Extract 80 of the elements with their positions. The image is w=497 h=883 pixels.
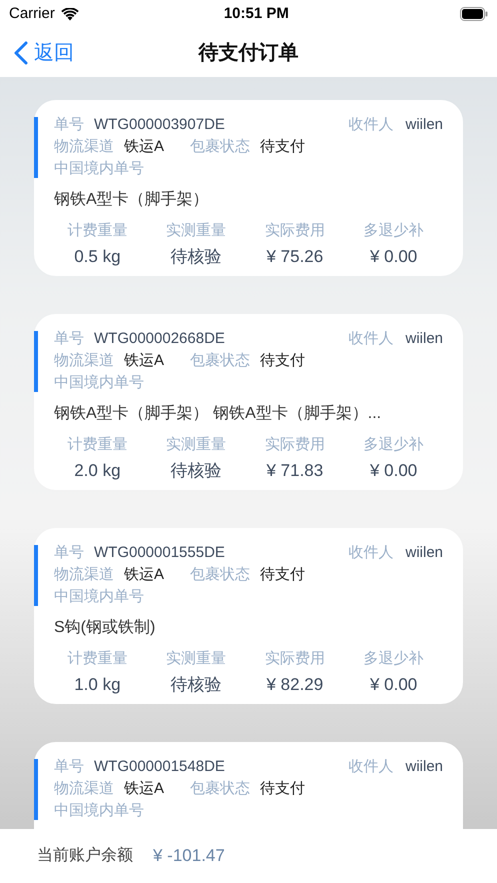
order-number-label: 单号 (54, 115, 84, 135)
channel-label: 物流渠道 (54, 779, 114, 799)
stat-value: ¥ 71.83 (266, 460, 324, 482)
receiver-name: wiilen (405, 115, 443, 135)
channel-value: 铁运A (124, 779, 166, 799)
carrier-label: Carrier (9, 4, 55, 24)
stat-label: 计费重量 (67, 649, 128, 669)
stat-value: ¥ 0.00 (370, 246, 418, 268)
status-value: 待支付 (260, 779, 305, 799)
order-number-label: 单号 (54, 329, 84, 349)
domestic-number-label: 中国境内单号 (54, 587, 144, 607)
stat-label: 实际费用 (264, 221, 325, 241)
order-number-label: 单号 (54, 757, 84, 777)
stat-value: 2.0 kg (74, 460, 121, 482)
channel-label: 物流渠道 (54, 137, 114, 157)
order-card[interactable]: 单号 WTG000003907DE 收件人 wiilen 物流渠道 铁运A 包裹状态 待支付 中国境内单号 钢铁A型卡（脚手架） 计费重量 0.5 kg 实测重量 待核验 实际费用 ¥ 75.26 多退少补 ¥ 0.00 (34, 100, 463, 276)
accent-bar (34, 545, 38, 606)
accent-bar (34, 117, 38, 178)
stat-label: 实际费用 (264, 649, 325, 669)
clock-time: 10:51 PM (224, 4, 289, 24)
product-name: 钢铁A型卡（脚手架） 钢铁A型卡（脚手架）... (53, 404, 382, 424)
status-label: 包裹状态 (190, 137, 250, 157)
stat-value: 1.0 kg (74, 674, 121, 696)
product-name: S钩(钢或铁制) (53, 618, 156, 638)
order-number: WTG000003907DE (94, 115, 225, 135)
stat-label: 实测重量 (166, 649, 226, 669)
status-label: 包裹状态 (190, 351, 250, 371)
order-card[interactable]: 单号 WTG000001555DE 收件人 wiilen 物流渠道 铁运A 包裹状态 待支付 中国境内单号 S钩(钢或铁制) 计费重量 1.0 kg 实测重量 待核验 实际费用 ¥ 82.29 多退少补 ¥ 0.00 (34, 528, 463, 704)
stat-label: 实际费用 (264, 435, 325, 455)
stat-value: ¥ 82.29 (266, 674, 324, 696)
status-value: 待支付 (260, 565, 305, 585)
order-number: WTG000001548DE (94, 757, 225, 777)
stat-value: ¥ 0.00 (370, 460, 418, 482)
accent-bar (34, 759, 38, 820)
receiver-label: 收件人 (348, 115, 394, 135)
status-label: 包裹状态 (190, 779, 250, 799)
receiver-name: wiilen (405, 757, 443, 777)
order-number: WTG000002668DE (94, 329, 225, 349)
channel-value: 铁运A (124, 137, 166, 157)
stat-label: 多退少补 (364, 221, 424, 241)
battery-icon (460, 7, 488, 21)
stat-value: ¥ 75.26 (266, 246, 324, 268)
balance-label: 当前账户余额 (37, 846, 133, 866)
stat-value: 待核验 (170, 674, 222, 696)
order-card[interactable]: 单号 WTG000001548DE 收件人 wiilen 物流渠道 铁运A 包裹状态 待支付 中国境内单号 (34, 742, 463, 829)
stat-label: 实测重量 (166, 435, 226, 455)
status-value: 待支付 (260, 137, 305, 157)
channel-label: 物流渠道 (54, 351, 114, 371)
stat-value: 待核验 (170, 246, 222, 268)
channel-value: 铁运A (124, 351, 166, 371)
channel-label: 物流渠道 (54, 565, 114, 585)
back-button[interactable]: 返回 (14, 38, 74, 68)
order-card[interactable]: 单号 WTG000002668DE 收件人 wiilen 物流渠道 铁运A 包裹状态 待支付 中国境内单号 钢铁A型卡（脚手架） 钢铁A型卡（脚手架）... 计费重量 2.0 kg 实测重量 待核验 实际费用 ¥ 71.83 多退少补 ¥ 0.00 (34, 314, 463, 490)
stat-value: ¥ 0.00 (370, 674, 418, 696)
status-label: 包裹状态 (190, 565, 250, 585)
page-title: 待支付订单 (198, 40, 298, 66)
order-number-label: 单号 (54, 543, 84, 563)
stat-label: 多退少补 (364, 649, 424, 669)
stat-label: 实测重量 (166, 221, 226, 241)
status-value: 待支付 (260, 351, 305, 371)
stat-value: 0.5 kg (74, 246, 121, 268)
stat-label: 计费重量 (67, 435, 128, 455)
receiver-label: 收件人 (348, 329, 394, 349)
accent-bar (34, 331, 38, 392)
domestic-number-label: 中国境内单号 (54, 373, 144, 393)
stat-label: 计费重量 (67, 221, 128, 241)
receiver-name: wiilen (405, 329, 443, 349)
product-name: 钢铁A型卡（脚手架） (53, 190, 210, 210)
stat-value: 待核验 (170, 460, 222, 482)
wifi-icon (60, 8, 79, 20)
order-number: WTG000001555DE (94, 543, 225, 563)
stat-label: 多退少补 (364, 435, 424, 455)
receiver-label: 收件人 (348, 757, 394, 777)
receiver-name: wiilen (405, 543, 443, 563)
balance-amount: ¥ -101.47 (153, 845, 225, 868)
channel-value: 铁运A (124, 565, 166, 585)
receiver-label: 收件人 (348, 543, 394, 563)
domestic-number-label: 中国境内单号 (54, 801, 144, 821)
back-chevron-icon (14, 40, 28, 64)
domestic-number-label: 中国境内单号 (54, 159, 144, 179)
